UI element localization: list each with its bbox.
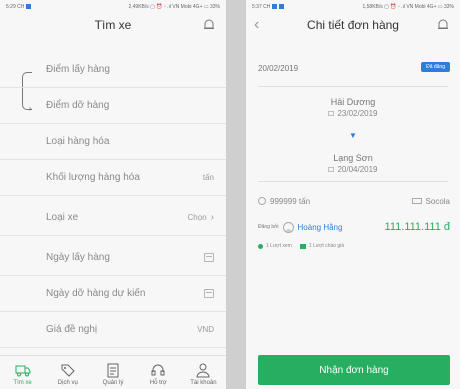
status-bar: 5:37 CH 1,58KB/s ▢ ⏰ ▫ .ıl VN Mobi 4G+ ▭… [246, 0, 460, 14]
notification-icon [26, 4, 32, 10]
calendar-icon [204, 289, 214, 298]
status-indicators: 2,49KB/s ▢ ⏰ ▫ .ıl VN Mobi 4G+ ▭ 33% [128, 4, 220, 10]
app-bar: ‹ Chi tiết đơn hàng [246, 14, 460, 36]
pickup-date-field[interactable]: Ngày lấy hàng [0, 240, 226, 276]
vehicle-type-field[interactable]: Loại xe Chọn › [0, 200, 226, 236]
status-bar: 5:29 CH 2,49KB/s ▢ ⏰ ▫ .ıl VN Mobi 4G+ ▭… [0, 0, 226, 14]
page-title: Tìm xe [94, 18, 132, 32]
page-title: Chi tiết đơn hàng [307, 18, 399, 32]
weight-placeholder: Khối lượng hàng hóa [46, 172, 140, 183]
arrow-down-icon: ▼ [349, 131, 357, 140]
app-bar: Tìm xe [0, 14, 226, 36]
calendar-icon [328, 167, 335, 173]
tab-label: Tài khoản [190, 380, 217, 386]
origin-date: 23/02/2019 [258, 109, 448, 118]
order-date: 20/02/2019 [258, 64, 299, 73]
status-badge: Đã đăng [421, 62, 450, 72]
tab-label: Hỗ trợ [149, 380, 167, 386]
dropoff-date-placeholder: Ngày dỡ hàng dự kiến [46, 288, 146, 299]
origin-place: Hải Dương [330, 97, 376, 107]
weight-icon [258, 197, 266, 205]
price-unit: VND [197, 325, 214, 334]
bottom-tab-bar: Tìm xe Dịch vụ Quản lý Hỗ trợ Tài khoản [0, 355, 226, 389]
bell-icon[interactable] [436, 18, 450, 32]
tab-label: Quản lý [102, 380, 124, 386]
tab-label: Tìm xe [13, 380, 32, 386]
stats-row: 1 Lượt xem 1 Lượt chào giá [258, 242, 450, 250]
route-summary: Hải Dương 23/02/2019 ▼ Lạng Sơn 20/04/20… [258, 86, 448, 182]
dropoff-location-field[interactable]: Điểm dỡ hàng [0, 88, 226, 124]
goods-icon [411, 198, 422, 204]
tab-account[interactable]: Tài khoản [181, 356, 226, 389]
eye-icon [258, 243, 263, 249]
tab-support[interactable]: Hỗ trợ [136, 356, 181, 389]
bell-icon[interactable] [202, 18, 216, 32]
quote-icon [299, 243, 306, 249]
cargo-row: 999999 tấn Socola [258, 195, 450, 207]
order-detail-screen: 5:37 CH 1,58KB/s ▢ ⏰ ▫ .ıl VN Mobi 4G+ ▭… [246, 0, 460, 389]
find-truck-screen: 5:29 CH 2,49KB/s ▢ ⏰ ▫ .ıl VN Mobi 4G+ ▭… [0, 0, 226, 389]
status-time: 5:37 CH [252, 4, 271, 10]
weight-field[interactable]: Khối lượng hàng hóa tấn [0, 160, 226, 196]
tab-label: Dịch vụ [57, 380, 78, 386]
dropoff-date-field[interactable]: Ngày dỡ hàng dự kiến [0, 276, 226, 312]
views-count: 1 Lượt xem [266, 243, 292, 249]
origin-date-text: 23/02/2019 [337, 109, 378, 118]
clipboard-icon [107, 363, 119, 378]
quotes-count: 1 Lượt chào giá [308, 243, 345, 249]
vehicle-choose-text: Chọn [187, 213, 207, 222]
destination-date-text: 20/04/2019 [337, 165, 378, 174]
tab-find-truck[interactable]: Tìm xe [0, 356, 45, 389]
notification-icon [279, 4, 285, 10]
pickup-location-field[interactable]: Điểm lấy hàng [0, 52, 226, 88]
poster-row: Đăng bởi Hoàng Hằng 111.111.111 đ [258, 220, 450, 234]
tab-management[interactable]: Quản lý [90, 356, 135, 389]
cargo-goods: Socola [425, 196, 450, 206]
truck-icon [15, 365, 31, 377]
notification-icon [272, 4, 278, 10]
user-icon [196, 363, 210, 378]
chevron-right-icon: › [210, 212, 214, 223]
accept-order-button[interactable]: Nhận đơn hàng [258, 355, 450, 385]
status-time: 5:29 CH [6, 4, 25, 10]
goods-type-field[interactable]: Loại hàng hóa [0, 124, 226, 160]
destination-date: 20/04/2019 [258, 165, 448, 174]
calendar-icon [204, 253, 214, 262]
tab-services[interactable]: Dịch vụ [45, 356, 90, 389]
order-price: 111.111.111 đ [384, 221, 450, 233]
price-placeholder: Giá đề nghị [46, 324, 98, 335]
tag-icon [61, 364, 75, 377]
headset-icon [151, 364, 165, 376]
status-indicators: 1,58KB/s ▢ ⏰ ▫ .ıl VN Mobi 4G+ ▭ 33% [362, 4, 454, 10]
weight-unit: tấn [202, 173, 214, 182]
destination-place: Lạng Sơn [333, 153, 373, 163]
dropoff-location-placeholder: Điểm dỡ hàng [46, 100, 110, 111]
cargo-weight: 999999 tấn [270, 196, 311, 206]
avatar [282, 221, 294, 233]
goods-type-placeholder: Loại hàng hóa [46, 136, 110, 147]
posted-by-label: Đăng bởi [258, 224, 279, 230]
pickup-date-placeholder: Ngày lấy hàng [46, 252, 110, 263]
back-arrow-icon[interactable]: ‹ [254, 16, 259, 34]
pickup-location-placeholder: Điểm lấy hàng [46, 64, 110, 75]
calendar-icon [328, 111, 335, 117]
price-field[interactable]: Giá đề nghị VND [0, 312, 226, 348]
poster-name[interactable]: Hoàng Hằng [298, 223, 385, 232]
vehicle-type-label: Loại xe [46, 212, 79, 223]
